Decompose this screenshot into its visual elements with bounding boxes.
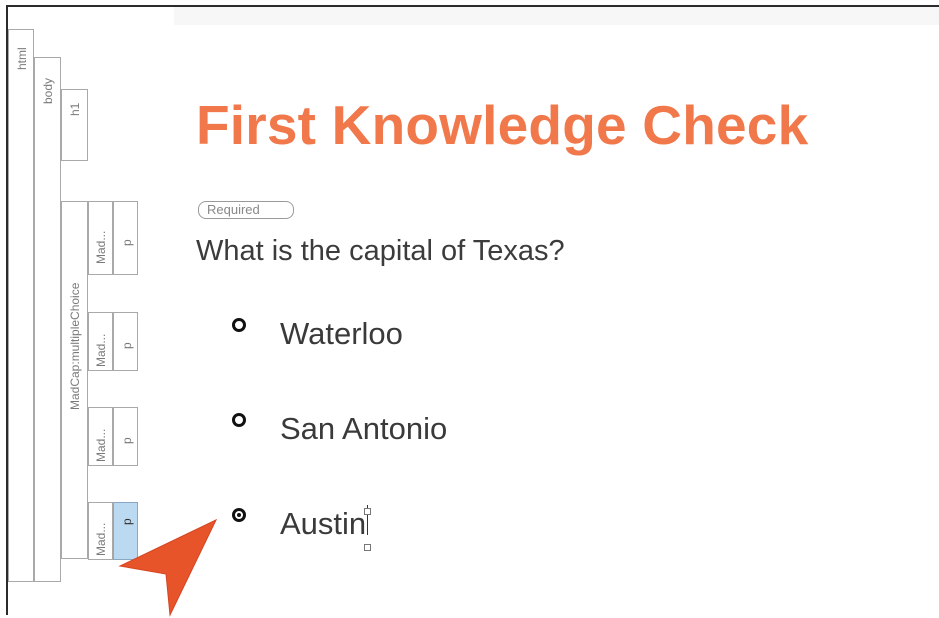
structure-tag-p-3-label: p: [120, 437, 134, 444]
selection-handle-bottom[interactable]: [364, 544, 371, 551]
page-heading: First Knowledge Check: [196, 94, 809, 156]
pointer-arrow-icon: [118, 518, 218, 617]
structure-tag-body-label: body: [41, 77, 55, 104]
structure-tag-html-label: html: [15, 47, 29, 70]
answer-option-1-label: Waterloo: [280, 316, 403, 351]
structure-tag-option-1[interactable]: Mad...: [88, 201, 113, 275]
question-text: What is the capital of Texas?: [196, 235, 565, 267]
structure-tag-h1[interactable]: h1: [61, 89, 88, 161]
structure-tag-option-2[interactable]: Mad...: [88, 312, 113, 371]
radio-checked-icon[interactable]: [232, 508, 246, 522]
editor-top-strip: [174, 7, 939, 25]
structure-tag-option-3-label: Mad...: [94, 428, 108, 462]
structure-tag-h1-label: h1: [68, 102, 82, 116]
answer-option-2-label: San Antonio: [280, 411, 448, 446]
radio-unchecked-icon[interactable]: [232, 413, 246, 427]
structure-tag-p-2[interactable]: p: [113, 312, 138, 371]
structure-tag-p-1[interactable]: p: [113, 201, 138, 275]
editor-content-area[interactable]: First Knowledge Check Required What is t…: [174, 25, 939, 615]
structure-tag-option-2-label: Mad...: [94, 333, 108, 367]
structure-tag-option-3[interactable]: Mad...: [88, 407, 113, 466]
structure-tag-multiple-choice-label: MadCap:multipleChoice: [68, 282, 82, 410]
structure-tag-p-1-label: p: [120, 239, 134, 246]
structure-tag-body[interactable]: body: [34, 57, 61, 582]
structure-tag-p-2-label: p: [120, 342, 134, 349]
required-badge: Required: [198, 201, 294, 219]
structure-tag-option-4[interactable]: Mad...: [88, 502, 113, 560]
structure-tag-option-4-label: Mad...: [94, 522, 108, 556]
answer-option-3-label: Austin: [280, 506, 367, 541]
radio-unchecked-icon[interactable]: [232, 318, 246, 332]
structure-tag-multiple-choice[interactable]: MadCap:multipleChoice: [61, 201, 88, 559]
structure-tag-option-1-label: Mad...: [94, 230, 108, 264]
selection-handle-top[interactable]: [364, 508, 371, 515]
structure-tag-p-3[interactable]: p: [113, 407, 138, 466]
structure-tag-html[interactable]: html: [8, 29, 34, 582]
